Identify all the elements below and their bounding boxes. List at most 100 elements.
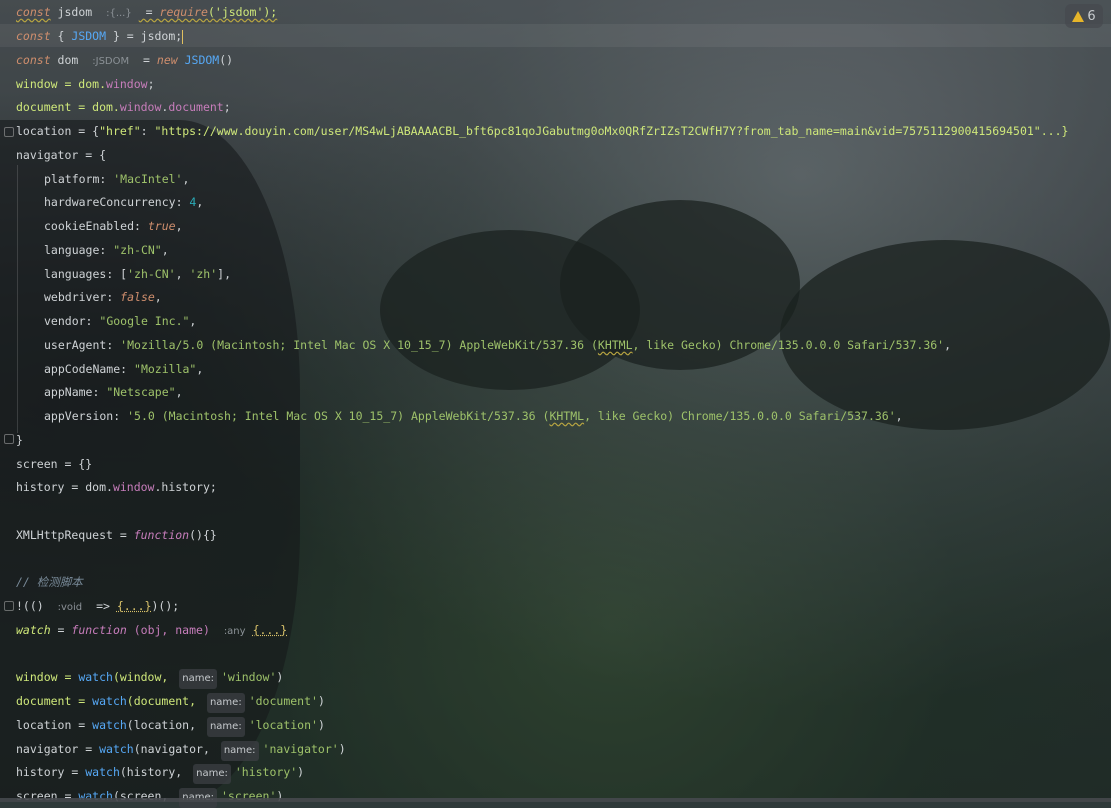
identifier: window = dom. (16, 77, 107, 91)
code-line-31[interactable]: screen = watch(screen, name:'screen') (16, 786, 283, 808)
punctuation: ) (317, 718, 325, 732)
property: cookieEnabled (44, 219, 135, 233)
punctuation: (){} (189, 528, 217, 542)
operator: = (138, 5, 160, 19)
punctuation: () (219, 53, 234, 67)
property: hardwareConcurrency (44, 195, 176, 209)
string-literal: ('jsdom'); (207, 5, 278, 19)
code-line-4[interactable]: window = dom.window; (16, 74, 155, 94)
string-literal: "Netscape" (106, 385, 176, 399)
code-line-29[interactable]: navigator = watch(navigator, name:'navig… (16, 739, 346, 761)
code-line-21[interactable]: history = dom.window.history; (16, 477, 217, 497)
function-call: watch (85, 765, 120, 779)
property: platform (44, 172, 100, 186)
folded-object[interactable]: ...} (1041, 124, 1069, 138)
punctuation: )(); (151, 599, 180, 613)
string-literal: 'Mozilla/5.0 (Macintosh; Intel Mac OS X … (120, 338, 598, 352)
code-line-19[interactable]: } (16, 430, 23, 450)
property: appCodeName (44, 362, 121, 376)
function-call: watch (92, 694, 127, 708)
code-line-26[interactable]: window = watch(window, name:'window') (16, 667, 284, 689)
code-line-18[interactable]: appVersion: '5.0 (Macintosh; Intel Mac O… (16, 406, 903, 426)
code-line-10[interactable]: cookieEnabled: true, (16, 216, 183, 236)
operator: = (136, 53, 157, 67)
string-literal: 'document' (248, 694, 318, 708)
code-line-23[interactable]: // 检测脚本 (16, 572, 83, 592)
typo-underline: KHTML (549, 409, 585, 423)
code-line-30[interactable]: history = watch(history, name:'history') (16, 762, 305, 784)
identifier: XMLHttpRequest = (16, 528, 134, 542)
code-line-28[interactable]: location = watch(location, name:'locatio… (16, 715, 325, 737)
string-literal: 'MacIntel' (113, 172, 183, 186)
code-line-5[interactable]: document = dom.window.document; (16, 97, 231, 117)
code-line-6[interactable]: location = {"href": "https://www.douyin.… (16, 121, 1068, 141)
argument: (document, (126, 694, 203, 708)
code-editor[interactable]: const jsdom :{...} = require('jsdom'); c… (0, 0, 1111, 808)
property: appVersion (44, 409, 114, 423)
identifier: navigator = (16, 742, 100, 756)
property: .history; (154, 480, 217, 494)
argument: (window, (112, 670, 176, 684)
punctuation: , (196, 195, 204, 209)
warning-count: 6 (1087, 8, 1096, 24)
identifier: history = (16, 765, 86, 779)
function-call: watch (78, 670, 113, 684)
text-caret (182, 29, 184, 44)
typo-underline: KHTML (597, 338, 633, 352)
identifier: screen = {} (16, 457, 93, 471)
horizontal-scrollbar[interactable] (0, 798, 1111, 802)
code-line-8[interactable]: platform: 'MacIntel', (16, 169, 189, 189)
fold-marker[interactable] (4, 127, 14, 137)
identifier: location = { (16, 124, 100, 138)
code-line-16[interactable]: appCodeName: "Mozilla", (16, 359, 203, 379)
property: language (44, 243, 100, 257)
code-line-20[interactable]: screen = {} (16, 454, 92, 474)
folded-block[interactable]: {...} (117, 599, 152, 613)
argument: (location, (126, 718, 203, 732)
code-line-3[interactable]: const dom :JSDOM = new JSDOM() (16, 50, 233, 70)
fold-marker[interactable] (4, 434, 14, 444)
code-line-9[interactable]: hardwareConcurrency: 4, (16, 192, 203, 212)
punctuation: : (140, 124, 155, 138)
code-line-7[interactable]: navigator = { (16, 145, 106, 165)
code-line-12[interactable]: languages: ['zh-CN', 'zh'], (16, 264, 231, 284)
property: document (168, 100, 224, 114)
code-line-13[interactable]: webdriver: false, (16, 287, 162, 307)
identifier: document = dom. (16, 100, 120, 114)
punctuation: , (182, 172, 190, 186)
string-literal: "href" (99, 124, 141, 138)
code-line-1[interactable]: const jsdom :{...} = require('jsdom'); (16, 2, 277, 22)
punctuation: , (189, 314, 197, 328)
code-line-2[interactable]: const { JSDOM } = jsdom; (16, 26, 184, 46)
punctuation: ) (297, 765, 305, 779)
property: appName (44, 385, 93, 399)
parameter-hint: name: (193, 764, 231, 784)
punctuation: } (16, 433, 23, 447)
code-line-14[interactable]: vendor: "Google Inc.", (16, 311, 196, 331)
folded-block[interactable]: {...} (253, 623, 288, 637)
punctuation: ) (276, 670, 284, 684)
code-line-15[interactable]: userAgent: 'Mozilla/5.0 (Macintosh; Inte… (16, 335, 951, 355)
code-line-25[interactable]: watch = function (obj, name) :any {...} (16, 620, 287, 640)
type-hint: :void (57, 602, 83, 613)
code-line-24[interactable]: !(() :void => {...})(); (16, 596, 179, 616)
string-literal: 'navigator' (262, 742, 339, 756)
keyword: function (133, 528, 190, 542)
code-line-11[interactable]: language: "zh-CN", (16, 240, 169, 260)
string-literal: , like Gecko) Chrome/135.0.0.0 Safari/53… (632, 338, 945, 352)
punctuation: , (175, 267, 190, 281)
fold-marker[interactable] (4, 601, 14, 611)
property: languages (44, 267, 107, 281)
type-hint: :JSDOM (92, 56, 130, 67)
argument: (navigator, (133, 742, 217, 756)
punctuation: ], (217, 267, 231, 281)
string-literal: 'history' (234, 765, 298, 779)
string-literal: '5.0 (Macintosh; Intel Mac OS X 10_15_7)… (127, 409, 550, 423)
code-line-27[interactable]: document = watch(document, name:'documen… (16, 691, 325, 713)
punctuation: , (161, 243, 169, 257)
code-line-17[interactable]: appName: "Netscape", (16, 382, 183, 402)
keyword: function (71, 623, 127, 637)
type-hint: :any (223, 626, 246, 637)
warnings-indicator[interactable]: 6 (1065, 4, 1103, 28)
code-line-22[interactable]: XMLHttpRequest = function(){} (16, 525, 217, 545)
